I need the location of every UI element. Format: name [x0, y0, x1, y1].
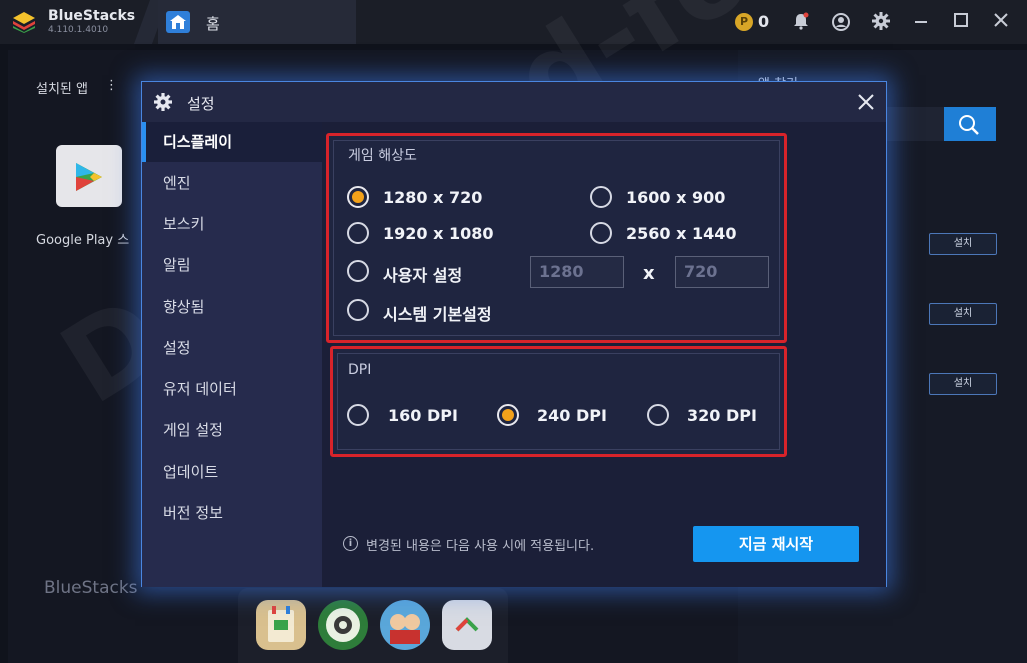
radio-system-default[interactable]	[347, 299, 369, 321]
install-button[interactable]: 설치	[929, 303, 997, 325]
radio-1600x900[interactable]	[590, 186, 612, 208]
dpi-section	[330, 346, 787, 457]
resolution-title: 게임 해상도	[348, 148, 417, 164]
title-bar: BlueStacks 4.110.1.4010 홈 P 0	[0, 0, 1027, 44]
radio-custom[interactable]	[347, 260, 369, 282]
restart-now-button[interactable]: 지금 재시작	[693, 526, 859, 562]
app-search-input[interactable]	[886, 107, 944, 141]
maximize-icon[interactable]	[951, 12, 971, 32]
custom-height-input[interactable]: 720	[675, 256, 769, 288]
home-icon	[166, 11, 190, 33]
radio-label-2560x1440: 2560 x 1440	[626, 224, 737, 243]
close-icon[interactable]	[855, 91, 877, 113]
radio-label-custom: 사용자 설정	[383, 266, 463, 285]
app-version: 4.110.1.4010	[48, 25, 109, 35]
search-icon	[959, 115, 979, 135]
brand-watermark: BlueStacks	[44, 578, 138, 598]
radio-label-1920x1080: 1920 x 1080	[383, 224, 494, 243]
bell-icon[interactable]	[791, 12, 811, 32]
sidebar-item-engine[interactable]: 엔진	[142, 163, 322, 203]
tab-home-label: 홈	[206, 15, 220, 33]
play-store-app-icon[interactable]	[56, 145, 122, 207]
dpi-section-frame	[337, 353, 780, 450]
gear-icon[interactable]	[871, 12, 891, 32]
radio-1920x1080[interactable]	[347, 222, 369, 244]
radio-2560x1440[interactable]	[590, 222, 612, 244]
search-button[interactable]	[944, 107, 996, 141]
radio-label-system-default: 시스템 기본설정	[383, 305, 492, 324]
installed-apps-label: 설치된 앱	[36, 82, 88, 97]
gear-icon	[154, 93, 172, 111]
app-name: BlueStacks	[48, 8, 136, 24]
sidebar-item-user-data[interactable]: 유저 데이터	[142, 369, 322, 409]
sidebar-item-game-settings[interactable]: 게임 설정	[142, 410, 322, 450]
dpi-title: DPI	[348, 362, 372, 378]
custom-width-input[interactable]: 1280	[530, 256, 624, 288]
sidebar-item-updates[interactable]: 업데이트	[142, 452, 322, 492]
sidebar-item-advanced[interactable]: 향상됨	[142, 287, 322, 327]
radio-1280x720[interactable]	[347, 186, 369, 208]
radio-label-1600x900: 1600 x 900	[626, 188, 726, 207]
close-icon[interactable]	[991, 12, 1011, 32]
sidebar-item-about[interactable]: 버전 정보	[142, 493, 322, 533]
play-store-label: Google Play 스	[36, 233, 130, 248]
installed-apps-menu[interactable]: ⋮	[105, 78, 118, 93]
settings-sidebar: 디스플레이 엔진 보스키 알림 향상됨 설정 유저 데이터 게임 설정 업데이트…	[142, 122, 322, 587]
account-icon[interactable]	[831, 12, 851, 32]
radio-label-1280x720: 1280 x 720	[383, 188, 483, 207]
radio-240dpi[interactable]	[497, 404, 519, 426]
dock-app-files[interactable]	[256, 600, 306, 650]
bluestacks-logo	[13, 12, 35, 33]
dock-app-game[interactable]	[380, 600, 430, 650]
coin-icon[interactable]: P	[735, 13, 753, 31]
radio-label-240dpi: 240 DPI	[537, 406, 607, 425]
custom-size-separator: x	[643, 263, 655, 284]
radio-160dpi[interactable]	[347, 404, 369, 426]
dialog-title: 설정	[187, 95, 215, 113]
restart-notice: 변경된 내용은 다음 사용 시에 적용됩니다.	[366, 539, 595, 554]
dialog-header: 설정	[142, 82, 886, 122]
info-icon: i	[343, 536, 358, 551]
radio-label-320dpi: 320 DPI	[687, 406, 757, 425]
sidebar-item-notifications[interactable]: 알림	[142, 245, 322, 285]
sidebar-item-bosskey[interactable]: 보스키	[142, 204, 322, 244]
sidebar-item-display[interactable]: 디스플레이	[142, 122, 322, 162]
install-button[interactable]: 설치	[929, 373, 997, 395]
install-button[interactable]: 설치	[929, 233, 997, 255]
radio-label-160dpi: 160 DPI	[388, 406, 458, 425]
minimize-icon[interactable]	[911, 12, 931, 32]
coin-count: 0	[758, 12, 770, 31]
dock-app-football[interactable]	[318, 600, 368, 650]
dock-app-launcher[interactable]	[442, 600, 492, 650]
sidebar-item-preferences[interactable]: 설정	[142, 328, 322, 368]
radio-320dpi[interactable]	[647, 404, 669, 426]
